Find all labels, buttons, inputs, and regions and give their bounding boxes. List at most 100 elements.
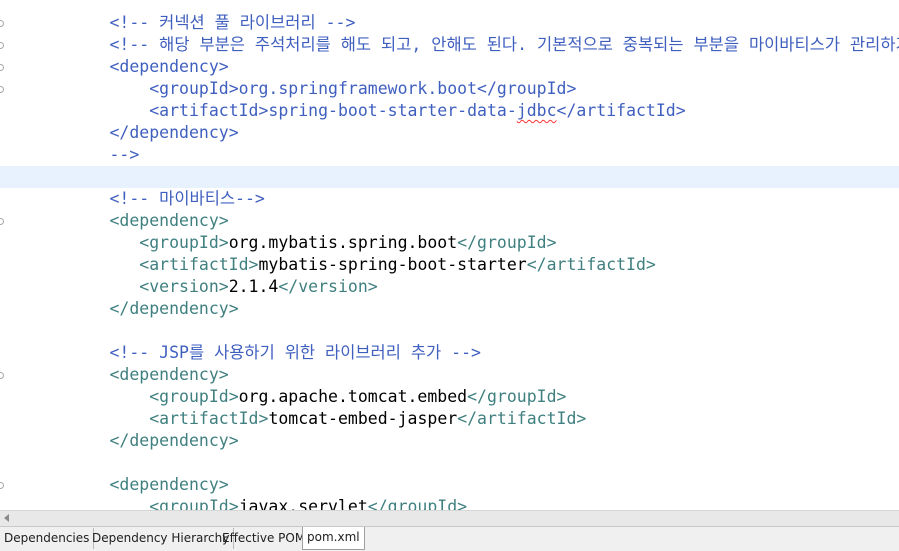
code-token: org.apache.tomcat.embed — [238, 387, 468, 406]
code-token: </dependency> — [109, 431, 239, 450]
code-token: <!-- JSP를 사용하기 위한 라이브러리 추가 --> — [109, 343, 481, 362]
code-token: javax.servlet — [238, 497, 368, 510]
fold-marker-icon[interactable] — [0, 64, 4, 71]
code-line[interactable]: <dependency> — [0, 474, 899, 496]
code-text: </dependency> — [30, 122, 238, 144]
code-token: <artifactId> — [139, 255, 259, 274]
code-token: mybatis-spring-boot-starter — [258, 255, 527, 274]
code-text: --> — [30, 144, 139, 166]
fold-marker-icon[interactable] — [0, 42, 4, 49]
code-token: </dependency> — [109, 299, 239, 318]
code-text: <version>2.1.4</version> — [30, 276, 378, 298]
code-line[interactable]: <groupId>javax.servlet</groupId> — [0, 496, 899, 510]
code-token: <groupId>org.springframework.boot</group… — [149, 79, 577, 98]
code-token: jdbc — [516, 101, 557, 120]
code-line[interactable]: <groupId>org.springframework.boot</group… — [0, 78, 899, 100]
code-text: <groupId>org.mybatis.spring.boot</groupI… — [30, 232, 557, 254]
code-line[interactable]: <artifactId>spring-boot-starter-data-jdb… — [0, 100, 899, 122]
code-text: <artifactId>spring-boot-starter-data-jdb… — [30, 100, 686, 122]
code-line[interactable]: <!-- 마이바티스--> — [0, 188, 899, 210]
code-token: </groupId> — [367, 497, 468, 510]
code-text: <dependency> — [30, 474, 228, 496]
code-line[interactable]: <!-- 해당 부분은 주석처리를 해도 되고, 안해도 된다. 기본적으로 중… — [0, 34, 899, 56]
current-line[interactable] — [0, 166, 899, 188]
code-token: 2.1.4 — [228, 277, 279, 296]
code-token: </artifactId> — [556, 101, 686, 120]
code-token: <dependency> — [109, 365, 229, 384]
code-line[interactable]: </dependency> — [0, 298, 899, 320]
tab-dependency-hierarchy[interactable]: Dependency Hierarchy — [88, 528, 235, 549]
code-line[interactable]: <dependency> — [0, 56, 899, 78]
code-text: </dependency> — [30, 298, 239, 320]
code-line[interactable]: <!-- JSP를 사용하기 위한 라이브러리 추가 --> — [0, 342, 899, 364]
code-line[interactable]: <artifactId>tomcat-embed-jasper</artifac… — [0, 408, 899, 430]
code-text: <dependency> — [30, 364, 229, 386]
code-editor[interactable]: <!-- 커넥션 풀 라이브러리 --> <!-- 해당 부분은 주석처리를 해… — [0, 0, 899, 510]
code-text: <artifactId>mybatis-spring-boot-starter<… — [30, 254, 656, 276]
code-line[interactable]: </dependency> — [0, 430, 899, 452]
code-line[interactable]: <dependency> — [0, 210, 899, 232]
code-line[interactable] — [0, 320, 899, 342]
code-token: <!-- 커넥션 풀 라이브러리 --> — [109, 13, 356, 32]
code-token: <!-- 해당 부분은 주석처리를 해도 되고, 안해도 된다. 기본적으로 중… — [109, 35, 899, 54]
code-text: </dependency> — [30, 430, 239, 452]
code-text: <!-- 마이바티스--> — [30, 188, 265, 210]
code-token: </artifactId> — [457, 409, 587, 428]
code-text: <!-- JSP를 사용하기 위한 라이브러리 추가 --> — [30, 342, 481, 364]
fold-marker-icon[interactable] — [0, 20, 4, 27]
code-line[interactable]: <groupId>org.apache.tomcat.embed</groupI… — [0, 386, 899, 408]
code-line[interactable]: <artifactId>mybatis-spring-boot-starter<… — [0, 254, 899, 276]
code-token: </version> — [278, 277, 378, 296]
editor-tab-bar: Dependencies Dependency Hierarchy Effect… — [0, 526, 899, 551]
code-line[interactable] — [0, 452, 899, 474]
code-token: <artifactId> — [149, 409, 269, 428]
tab-pom-xml[interactable]: pom.xml — [302, 527, 365, 550]
code-token: </groupId> — [457, 233, 557, 252]
code-token: <!-- 마이바티스--> — [109, 189, 265, 208]
fold-marker-icon[interactable] — [0, 372, 4, 379]
code-text: <dependency> — [30, 210, 228, 232]
code-line[interactable]: <dependency> — [0, 364, 899, 386]
code-token: <dependency> — [109, 57, 229, 76]
tab-dependencies[interactable]: Dependencies — [0, 528, 95, 549]
code-token: <artifactId>spring-boot-starter-data- — [149, 101, 517, 120]
code-line[interactable]: </dependency> — [0, 122, 899, 144]
code-line[interactable]: <!-- 커넥션 풀 라이브러리 --> — [0, 12, 899, 34]
code-token: tomcat-embed-jasper — [268, 409, 458, 428]
horizontal-scrollbar[interactable] — [0, 510, 899, 526]
fold-marker-icon[interactable] — [0, 482, 4, 489]
code-text: <groupId>org.springframework.boot</group… — [30, 78, 576, 100]
code-text: <artifactId>tomcat-embed-jasper</artifac… — [30, 408, 586, 430]
code-token: </groupId> — [467, 387, 567, 406]
code-token: <groupId> — [149, 387, 239, 406]
fold-marker-icon[interactable] — [0, 86, 4, 93]
scroll-left-icon[interactable] — [4, 514, 9, 522]
code-line[interactable]: <version>2.1.4</version> — [0, 276, 899, 298]
tab-effective-pom[interactable]: Effective POM — [218, 528, 311, 549]
code-line[interactable]: <groupId>org.mybatis.spring.boot</groupI… — [0, 232, 899, 254]
code-token: </artifactId> — [526, 255, 656, 274]
code-text: <groupId>org.apache.tomcat.embed</groupI… — [30, 386, 566, 408]
code-text: <!-- 커넥션 풀 라이브러리 --> — [30, 12, 355, 34]
fold-marker-icon[interactable] — [0, 218, 4, 225]
code-line[interactable]: --> — [0, 144, 899, 166]
code-token: <groupId> — [139, 233, 229, 252]
